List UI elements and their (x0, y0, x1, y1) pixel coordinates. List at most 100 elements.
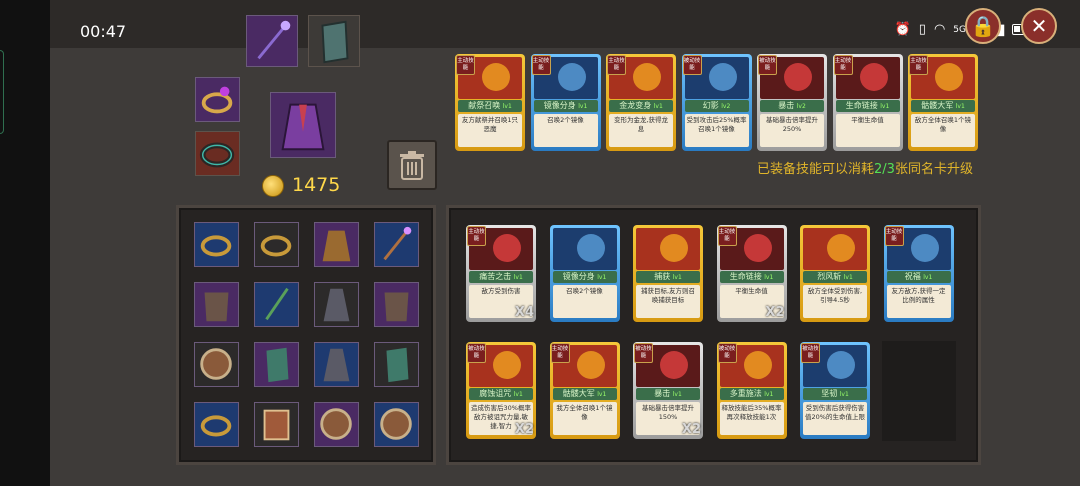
gold-amount: 1475 (292, 174, 341, 196)
skill-description: 平衡生命值 (835, 114, 900, 147)
equip-slot-armor[interactable] (270, 92, 336, 158)
inventory-item-slot[interactable] (254, 342, 299, 387)
skill-type-badge: 主动技能 (833, 55, 853, 75)
skill-card[interactable]: 痛苦之击 lv1 敌方受到伤害 主动技能 X4 (466, 225, 536, 322)
skill-name-text: 暴击 (778, 101, 795, 110)
skill-name-text: 镜像分身 (543, 101, 576, 110)
skill-type-badge: 被动技能 (801, 343, 820, 363)
skill-name: 暴击 lv2 (760, 100, 824, 112)
skill-card[interactable]: 献祭召唤 lv1 友方献祭并召唤1只恶魔 主动技能 (455, 54, 525, 151)
skill-card[interactable]: 暴击 lv2 基础暴击倍率提升250% 被动技能 (757, 54, 827, 151)
trash-button[interactable] (387, 140, 437, 190)
skill-type-badge: 主动技能 (884, 226, 904, 246)
equip-slot-ring-2[interactable] (195, 131, 240, 176)
inventory-item-slot[interactable] (194, 342, 239, 387)
skill-name-text: 多重施法 (729, 389, 762, 398)
skill-card[interactable]: 捕获 lv1 捕获目标,友方则召唤捕获目标 (633, 225, 703, 322)
staff-icon (247, 16, 297, 66)
inventory-item-slot[interactable] (254, 282, 299, 327)
bracer-icon (255, 343, 298, 386)
skill-name-text: 痛苦之击 (479, 272, 512, 281)
upgrade-hint-prefix: 已装备技能可以消耗 (757, 162, 875, 177)
skill-card[interactable]: 祝福 lv1 友方敌方,获得一定比例的属性 主动技能 (883, 225, 954, 322)
skill-card[interactable]: 骷髅大军 lv1 我方全体召唤1个镜像 主动技能 (549, 342, 620, 439)
skill-name-text: 腐蚀诅咒 (479, 389, 512, 398)
inventory-item-slot[interactable] (314, 282, 359, 327)
skill-level: lv1 (597, 274, 607, 281)
skill-name: 镜像分身 lv1 (533, 100, 598, 112)
skill-card-count: X2 (765, 305, 785, 320)
inventory-item-slot[interactable] (254, 402, 299, 447)
alarm-icon: ⏰ (894, 22, 911, 37)
skill-card[interactable]: 幻影 lv2 受到攻击后25%概率召唤1个镜像 被动技能 (681, 54, 752, 151)
ring-icon (195, 223, 238, 266)
equip-slot-ring-1[interactable] (195, 77, 240, 122)
spear-icon (255, 283, 298, 326)
skill-name-text: 幻影 (702, 101, 719, 110)
ring-icon (196, 78, 239, 121)
armor-icon (375, 283, 418, 326)
inventory-item-slot[interactable] (374, 402, 419, 447)
side-handle[interactable] (0, 50, 4, 134)
upgrade-hint: 已装备技能可以消耗2/3张同名卡升级 (757, 158, 973, 177)
skill-name: 镜像分身 lv1 (552, 271, 617, 283)
skill-description: 受到攻击后25%概率召唤1个镜像 (684, 114, 749, 147)
skill-art (803, 228, 867, 270)
inventory-item-slot[interactable] (374, 342, 419, 387)
skill-card-count: X4 (514, 305, 534, 320)
book-icon (255, 403, 298, 446)
skill-type-badge: 主动技能 (550, 343, 570, 363)
skill-type-badge: 主动技能 (467, 226, 486, 246)
inventory-item-slot[interactable] (194, 402, 239, 447)
skill-name: 祝福 lv1 (886, 271, 951, 283)
skill-card[interactable]: 骷髅大军 lv1 敌方全体召唤1个镜像 主动技能 (908, 54, 978, 151)
upgrade-hint-count: 2/3 (874, 162, 895, 177)
skill-card[interactable]: 多重施法 lv1 释放技能后35%概率再次释放技能1次 被动技能 (716, 342, 787, 439)
skill-card[interactable]: 坚韧 lv1 受到伤害后获得伤害值20%的生命值上限 被动技能 (800, 342, 870, 439)
skill-card[interactable]: 镜像分身 lv1 召唤2个镜像 (549, 225, 620, 322)
skill-name: 痛苦之击 lv1 (469, 271, 533, 283)
skill-name: 生命链接 lv1 (835, 100, 900, 112)
inventory-item-slot[interactable] (374, 222, 419, 267)
skill-description: 敌方全体受到伤害,引导4.5秒 (803, 285, 867, 318)
skill-name-text: 坚韧 (821, 389, 838, 398)
skill-type-badge: 主动技能 (607, 55, 626, 75)
skill-description: 受到伤害后获得伤害值20%的生命值上限 (803, 402, 867, 435)
skill-card[interactable]: 金龙变身 lv1 变形为金龙,获得龙息 主动技能 (606, 54, 676, 151)
inventory-item-slot[interactable] (254, 222, 299, 267)
shield-icon (375, 403, 418, 446)
left-edge-bar (0, 0, 50, 486)
inventory-item-slot[interactable] (314, 402, 359, 447)
skill-level: lv1 (513, 274, 523, 281)
inventory-item-slot[interactable] (374, 282, 419, 327)
inventory-item-slot[interactable] (314, 342, 359, 387)
skill-type-badge: 主动技能 (531, 55, 551, 75)
skill-card[interactable]: 腐蚀诅咒 lv1 造成伤害后30%概率敌方被诅咒力量,敏捷,智力 被动技能 X2 (466, 342, 536, 439)
cloak-icon (315, 343, 358, 386)
skill-name: 幻影 lv2 (684, 100, 749, 112)
lock-button[interactable]: 🔒 (965, 8, 1001, 44)
skill-description: 释放技能后35%概率再次释放技能1次 (719, 402, 784, 435)
equip-slot-weapon[interactable] (246, 15, 298, 67)
inventory-item-slot[interactable] (194, 222, 239, 267)
skill-name: 生命链接 lv1 (719, 271, 784, 283)
empty-skill-slot[interactable] (882, 341, 956, 441)
skill-card[interactable]: 生命链接 lv1 平衡生命值 主动技能 (832, 54, 903, 151)
skill-card[interactable]: 暴击 lv1 基础暴击倍率提升150% 被动技能 X2 (633, 342, 703, 439)
skill-type-badge: 主动技能 (909, 55, 928, 75)
skill-name: 捕获 lv1 (636, 271, 700, 283)
skill-name-text: 献祭召唤 (468, 101, 501, 110)
equip-slot-offhand[interactable] (308, 15, 360, 67)
close-button[interactable]: ✕ (1021, 8, 1057, 44)
shield-icon (195, 343, 238, 386)
skill-name-text: 镜像分身 (562, 272, 595, 281)
inventory-item-slot[interactable] (314, 222, 359, 267)
game-screen: 00:47 ⏰ ▯ ◠ 5G ▂▄▆ 🔒 ✕ 1475 献祭召唤 lv1友方献祭… (0, 0, 1080, 486)
skill-card[interactable]: 生命链接 lv1 平衡生命值 主动技能 X2 (716, 225, 787, 322)
skill-level: lv1 (502, 103, 512, 110)
skill-card[interactable]: 镜像分身 lv1 召唤2个镜像 主动技能 (530, 54, 601, 151)
skill-level: lv1 (843, 274, 853, 281)
inventory-item-slot[interactable] (194, 282, 239, 327)
skill-card[interactable]: 烈风斩 lv1 敌方全体受到伤害,引导4.5秒 (800, 225, 870, 322)
skill-level: lv1 (653, 103, 663, 110)
